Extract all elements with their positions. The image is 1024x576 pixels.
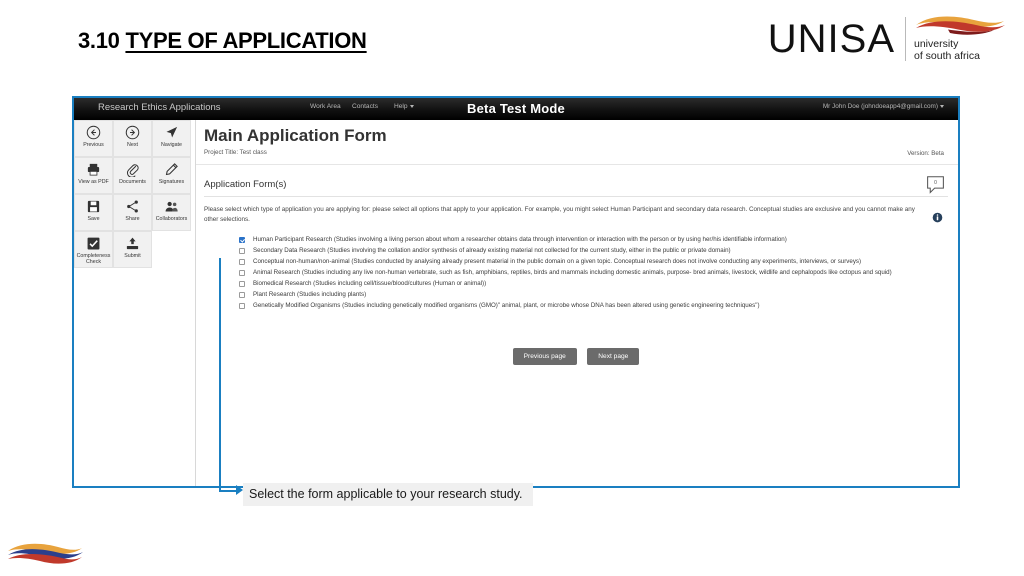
section-title: Application Form(s) bbox=[204, 179, 948, 197]
slide-title-text: TYPE OF APPLICATION bbox=[125, 28, 367, 53]
tool-share[interactable]: Share bbox=[113, 194, 152, 231]
app-top-bar: Research Ethics Applications Work Area C… bbox=[74, 98, 958, 120]
option-label: Animal Research (Studies including any l… bbox=[253, 268, 892, 276]
tool-signatures[interactable]: Signatures bbox=[152, 157, 191, 194]
unisa-wordmark: UNISA bbox=[767, 17, 895, 61]
option-label: Human Participant Research (Studies invo… bbox=[253, 235, 787, 243]
checkbox-human-participant-research[interactable] bbox=[239, 236, 245, 243]
tool-completeness-check-label: Completeness Check bbox=[76, 253, 111, 266]
annotation-arrow-icon bbox=[236, 485, 243, 495]
tool-documents[interactable]: Documents bbox=[113, 157, 152, 194]
annotation-caption: Select the form applicable to your resea… bbox=[243, 483, 533, 506]
people-icon bbox=[165, 201, 178, 212]
form-header: Main Application Form Project Title: Tes… bbox=[196, 120, 958, 165]
instructions-text: Please select which type of application … bbox=[204, 206, 915, 223]
printer-icon bbox=[87, 163, 100, 176]
option-label: Genetically Modified Organisms (Studies … bbox=[253, 301, 760, 309]
form-title: Main Application Form bbox=[204, 126, 387, 145]
share-nodes-icon bbox=[127, 200, 138, 213]
comments-button[interactable]: 0 bbox=[925, 175, 946, 196]
tool-navigate-label: Navigate bbox=[161, 142, 182, 148]
tool-completeness-check[interactable]: Completeness Check bbox=[74, 231, 113, 268]
tool-submit[interactable]: Submit bbox=[113, 231, 152, 268]
tool-navigate[interactable]: Navigate bbox=[152, 120, 191, 157]
navigate-arrow-icon bbox=[166, 126, 178, 138]
option-human-participant-research[interactable]: Human Participant Research (Studies invo… bbox=[239, 235, 948, 245]
floppy-disk-icon bbox=[87, 200, 100, 213]
option-animal-research[interactable]: Animal Research (Studies including any l… bbox=[239, 268, 948, 278]
tool-next[interactable]: Next bbox=[113, 120, 152, 157]
application-forms-section: Application Form(s) 0 Please select whic… bbox=[204, 176, 948, 365]
checkbox-biomedical-research[interactable] bbox=[239, 280, 245, 287]
option-secondary-data-research[interactable]: Secondary Data Research (Studies involvi… bbox=[239, 246, 948, 256]
option-biomedical-research[interactable]: Biomedical Research (Studies including c… bbox=[239, 279, 948, 289]
tool-next-label: Next bbox=[127, 142, 138, 148]
tool-share-label: Share bbox=[125, 216, 140, 222]
tool-rail: Previous Next Navigate View as PDF Docum… bbox=[74, 120, 196, 486]
next-page-button[interactable]: Next page bbox=[587, 347, 640, 365]
option-label: Plant Research (Studies including plants… bbox=[253, 290, 367, 298]
checkbox-tick-icon bbox=[87, 237, 100, 250]
tool-collaborators[interactable]: Collaborators bbox=[152, 194, 191, 231]
checkbox-genetically-modified-organisms[interactable] bbox=[239, 302, 245, 309]
footer-swoosh-icon bbox=[8, 543, 83, 564]
option-plant-research[interactable]: Plant Research (Studies including plants… bbox=[239, 290, 948, 300]
pager-controls: Previous page Next page bbox=[204, 345, 948, 365]
form-body: Main Application Form Project Title: Tes… bbox=[196, 120, 958, 486]
option-label: Biomedical Research (Studies including c… bbox=[253, 279, 487, 287]
arrow-left-circle-icon bbox=[86, 125, 101, 140]
comment-count: 0 bbox=[934, 180, 937, 186]
tool-rail-filler bbox=[152, 231, 191, 268]
previous-page-button[interactable]: Previous page bbox=[512, 347, 577, 365]
tool-save[interactable]: Save bbox=[74, 194, 113, 231]
logo-divider bbox=[905, 17, 906, 61]
option-conceptual-non-human[interactable]: Conceptual non-human/non-animal (Studies… bbox=[239, 257, 948, 267]
tool-view-as-pdf[interactable]: View as PDF bbox=[74, 157, 113, 194]
version-label: Version: Beta bbox=[907, 150, 944, 157]
chevron-down-icon bbox=[940, 104, 944, 108]
logo-subtitle-line2: of south africa bbox=[914, 50, 980, 62]
pencil-icon bbox=[165, 163, 178, 176]
user-menu-label: Mr John Doe (johndoeapp4@gmail.com) bbox=[822, 103, 938, 110]
checkbox-secondary-data-research[interactable] bbox=[239, 247, 245, 254]
tool-previous[interactable]: Previous bbox=[74, 120, 113, 157]
annotation-line-vertical bbox=[219, 258, 221, 492]
application-window: Research Ethics Applications Work Area C… bbox=[72, 96, 960, 488]
info-icon[interactable] bbox=[932, 212, 943, 223]
tool-collaborators-label: Collaborators bbox=[155, 216, 188, 222]
tool-signatures-label: Signatures bbox=[158, 179, 185, 185]
checkbox-conceptual-non-human[interactable] bbox=[239, 258, 245, 265]
checkbox-animal-research[interactable] bbox=[239, 269, 245, 276]
tool-save-label: Save bbox=[87, 216, 100, 222]
page-title: 3.10 TYPE OF APPLICATION bbox=[78, 28, 367, 54]
project-title: Project Title: Test class bbox=[204, 149, 267, 156]
unisa-logo: UNISA university of south africa bbox=[768, 14, 1006, 64]
paperclip-icon bbox=[126, 164, 139, 177]
option-label: Conceptual non-human/non-animal (Studies… bbox=[253, 257, 862, 265]
logo-subtitle-line1: university bbox=[914, 37, 959, 50]
unisa-swoosh-icon bbox=[916, 16, 1005, 35]
tool-view-as-pdf-label: View as PDF bbox=[78, 179, 109, 185]
application-type-checkbox-list: Human Participant Research (Studies invo… bbox=[239, 235, 948, 311]
tool-previous-label: Previous bbox=[83, 142, 104, 148]
option-label: Secondary Data Research (Studies involvi… bbox=[253, 246, 731, 254]
option-genetically-modified-organisms[interactable]: Genetically Modified Organisms (Studies … bbox=[239, 301, 948, 311]
upload-icon bbox=[126, 237, 139, 250]
slide-number: 3.10 bbox=[78, 28, 120, 53]
checkbox-plant-research[interactable] bbox=[239, 291, 245, 298]
user-menu[interactable]: Mr John Doe (johndoeapp4@gmail.com) bbox=[823, 103, 944, 110]
tool-documents-label: Documents bbox=[119, 179, 146, 185]
tool-submit-label: Submit bbox=[124, 253, 141, 259]
arrow-right-circle-icon bbox=[125, 125, 140, 140]
